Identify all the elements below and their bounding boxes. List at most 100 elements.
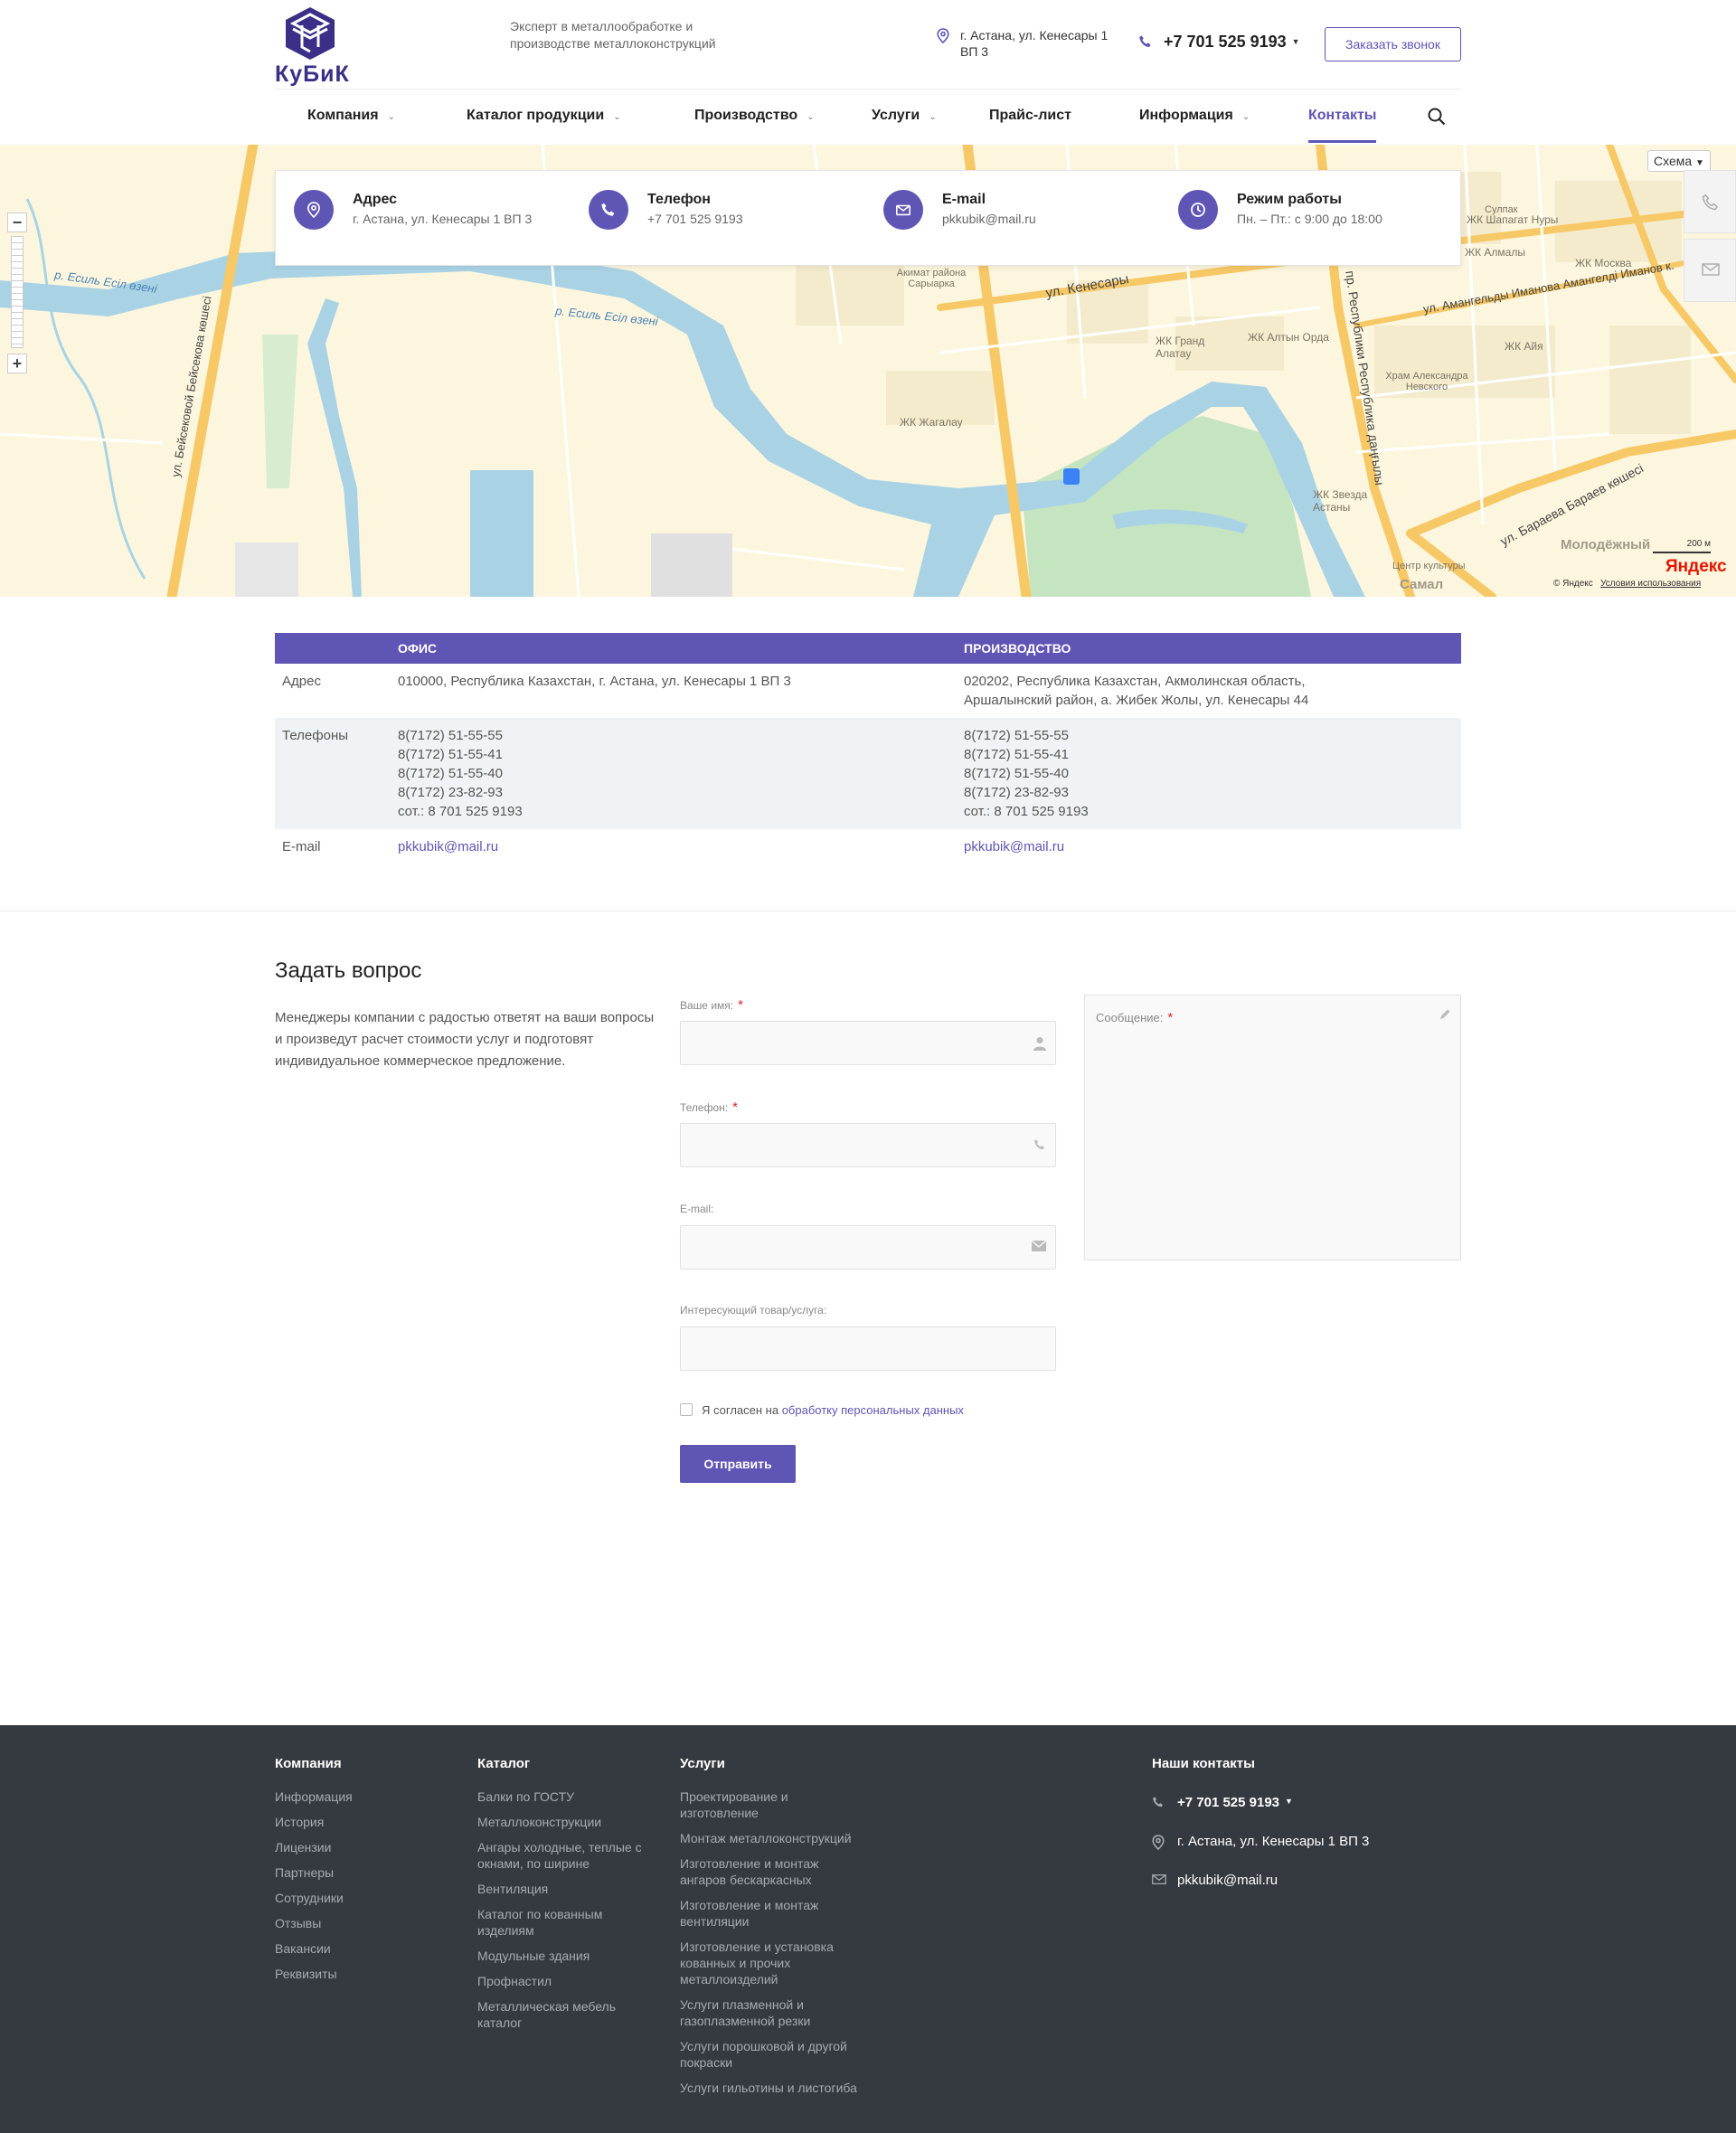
header-address-text: г. Астана, ул. Кенесары 1 ВП 3 — [960, 28, 1109, 59]
side-email-tab[interactable] — [1684, 239, 1736, 302]
email-link[interactable]: pkkubik@mail.ru — [398, 839, 498, 854]
footer-email[interactable]: pkkubik@mail.ru — [1152, 1873, 1369, 1888]
info-value[interactable]: pkkubik@mail.ru — [942, 212, 1036, 226]
caret-down-icon: ▼ — [1695, 158, 1704, 168]
map-label-district: ЖК Алтын Орда — [1248, 331, 1329, 344]
map[interactable]: р. Есиль Есіл өзені р. Есиль Есіл өзені … — [0, 145, 1736, 597]
info-value: Пн. – Пт.: с 9:00 до 18:00 — [1237, 212, 1382, 226]
required-mark: * — [738, 997, 743, 1013]
product-label: Интересующий товар/услуга: — [680, 1304, 827, 1317]
phone-line: 8(7172) 51-55-40 — [964, 766, 1069, 781]
chevron-down-icon[interactable]: ▼ — [1292, 37, 1300, 46]
footer-link[interactable]: Услуги порошковой и другой покраски — [680, 2038, 861, 2071]
footer-link[interactable]: Лицензии — [275, 1839, 456, 1855]
side-callback-tab[interactable] — [1684, 170, 1736, 233]
footer-link[interactable]: Информация — [275, 1789, 456, 1805]
footer-link[interactable]: Изготовление и установка кованных и проч… — [680, 1939, 861, 1987]
pencil-icon — [1440, 1009, 1450, 1019]
map-scale: 200 м — [1653, 539, 1711, 553]
privacy-link[interactable]: обработку персональных данных — [782, 1403, 964, 1417]
map-type-selector[interactable]: Схема ▼ — [1647, 150, 1711, 172]
message-label-text: Сообщение: — [1096, 1011, 1164, 1024]
map-label-district: ЖК Звезда Астаны — [1313, 488, 1368, 514]
name-input[interactable] — [680, 1021, 1056, 1065]
nav-item-info[interactable]: Информация ⌄ — [1139, 90, 1250, 143]
info-title: Режим работы — [1237, 192, 1342, 207]
footer-link[interactable]: История — [275, 1814, 456, 1830]
footer-link[interactable]: Модульные здания — [477, 1948, 654, 1964]
footer-link[interactable]: Проектирование и изготовление — [680, 1789, 861, 1821]
zoom-slider[interactable] — [11, 236, 24, 348]
header-address: г. Астана, ул. Кенесары 1 ВП 3 — [937, 27, 1109, 60]
consent-checkbox[interactable] — [680, 1403, 693, 1416]
nav-item-production[interactable]: Производство ⌄ — [694, 90, 815, 143]
footer-link[interactable]: Сотрудники — [275, 1890, 456, 1906]
phone-line: 8(7172) 51-55-41 — [964, 747, 1069, 762]
footer-phone[interactable]: +7 701 525 9193 ▼ — [1152, 1795, 1369, 1810]
message-textarea[interactable]: Сообщение: * — [1084, 995, 1461, 1260]
cell-line: Аршалынский район, а. Жибек Жолы, ул. Ке… — [964, 693, 1309, 708]
site-footer: Компания Информация История Лицензии Пар… — [0, 1725, 1736, 2133]
footer-link[interactable]: Изготовление и монтаж ангаров бескаркасн… — [680, 1855, 861, 1888]
phone-line: 8(7172) 23-82-93 — [398, 785, 503, 800]
footer-address-text: г. Астана, ул. Кенесары 1 ВП 3 — [1177, 1834, 1370, 1849]
footer-link[interactable]: Услуги плазменной и газоплазменной резки — [680, 1996, 861, 2029]
nav-label: Каталог продукции — [467, 108, 605, 123]
footer-link[interactable]: Вентиляция — [477, 1881, 654, 1897]
info-value[interactable]: +7 701 525 9193 — [647, 212, 743, 226]
nav-label: Компания — [307, 108, 379, 123]
footer-link[interactable]: Ангары холодные, теплые с окнами, по шир… — [477, 1839, 654, 1872]
map-terms-link[interactable]: Условия использования — [1600, 579, 1701, 589]
nav-item-catalog[interactable]: Каталог продукции ⌄ — [467, 90, 621, 143]
footer-link[interactable]: Монтаж металлоконструкций — [680, 1830, 861, 1846]
required-mark: * — [1167, 1010, 1174, 1025]
footer-link[interactable]: Вакансии — [275, 1940, 456, 1957]
row-label: Телефоны — [275, 718, 387, 829]
contacts-table: Офис Производство Адрес 010000, Республи… — [275, 633, 1461, 864]
footer-link[interactable]: Услуги гильотины и листогиба — [680, 2080, 861, 2096]
footer-link[interactable]: Изготовление и монтаж вентиляции — [680, 1897, 861, 1930]
map-copyright-text: © Яндекс — [1553, 579, 1593, 589]
required-mark: * — [732, 1100, 738, 1115]
callback-button[interactable]: Заказать звонок — [1325, 27, 1461, 61]
nav-item-services[interactable]: Услуги ⌄ — [872, 90, 937, 143]
chevron-down-icon: ⌄ — [807, 112, 815, 122]
map-label-district: Самал — [1400, 577, 1444, 592]
phone-input[interactable] — [680, 1123, 1056, 1167]
cell-office-phones: 8(7172) 51-55-55 8(7172) 51-55-41 8(7172… — [387, 718, 957, 829]
map-label-district: ЖК Гранд Алатау — [1156, 335, 1205, 360]
footer-link[interactable]: Профнастил — [477, 1973, 654, 1989]
zoom-in-button[interactable]: + — [7, 354, 27, 373]
map-label-district: ЖК Жагалау — [900, 416, 963, 429]
zoom-out-button[interactable]: − — [7, 212, 27, 232]
info-title: E-mail — [942, 192, 986, 207]
header-phone[interactable]: +7 701 525 9193 ▼ — [1138, 33, 1300, 52]
footer-link[interactable]: Металлическая мебель каталог — [477, 1998, 654, 2031]
nav-item-price[interactable]: Прайс-лист — [989, 90, 1071, 143]
message-label: Сообщение: * — [1096, 1010, 1173, 1025]
footer-link[interactable]: Реквизиты — [275, 1966, 456, 1982]
submit-button[interactable]: Отправить — [680, 1445, 796, 1483]
nav-item-company[interactable]: Компания ⌄ — [307, 90, 395, 143]
search-icon[interactable] — [1427, 107, 1447, 127]
email-icon — [895, 204, 911, 216]
footer-link[interactable]: Металлоконструкции — [477, 1814, 654, 1830]
email-input[interactable] — [680, 1225, 1056, 1269]
logo-text: КуБиК — [275, 61, 350, 87]
footer-link[interactable]: Партнеры — [275, 1864, 456, 1881]
email-link[interactable]: pkkubik@mail.ru — [964, 839, 1064, 854]
location-pin-icon — [937, 28, 949, 43]
chevron-down-icon: ⌄ — [1241, 112, 1250, 122]
chevron-down-icon: ⌄ — [613, 112, 621, 122]
chevron-down-icon[interactable]: ▼ — [1285, 1797, 1293, 1806]
footer-link[interactable]: Отзывы — [275, 1915, 456, 1931]
consent-row: Я согласен на обработку персональных дан… — [680, 1403, 964, 1417]
phone-line: 8(7172) 51-55-55 — [964, 728, 1069, 743]
footer-link[interactable]: Каталог по кованным изделиям — [477, 1906, 654, 1939]
map-label-district: ЖК Москва — [1575, 257, 1632, 269]
logo[interactable]: КуБиК — [275, 4, 350, 87]
footer-link[interactable]: Балки по ГОСТУ — [477, 1789, 654, 1805]
table-row: Телефоны 8(7172) 51-55-55 8(7172) 51-55-… — [275, 718, 1461, 829]
nav-item-contacts[interactable]: Контакты — [1308, 90, 1377, 143]
product-input[interactable] — [680, 1326, 1056, 1371]
